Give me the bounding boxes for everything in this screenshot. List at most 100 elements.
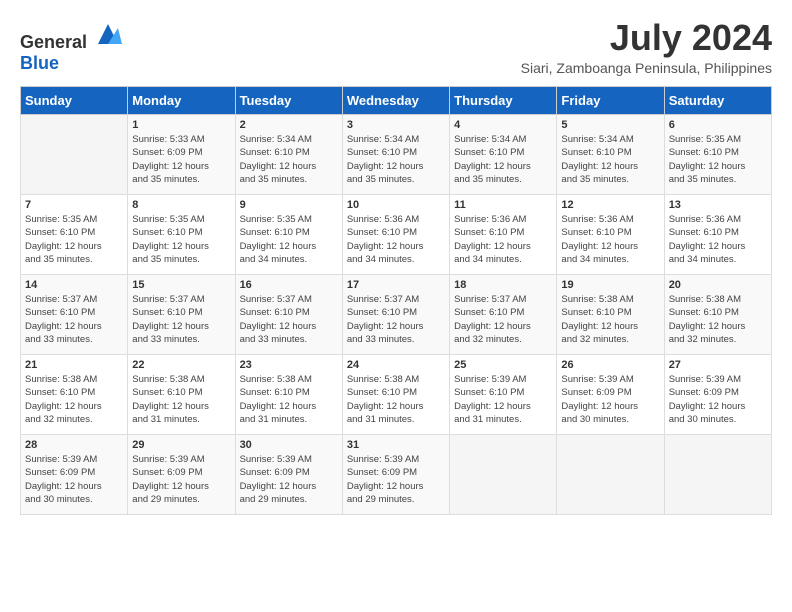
calendar-cell: 10 Sunrise: 5:36 AM Sunset: 6:10 PM Dayli… [342,195,449,275]
day-info: Sunrise: 5:38 AM Sunset: 6:10 PM Dayligh… [561,293,659,346]
day-number: 27 [669,359,767,371]
day-info: Sunrise: 5:37 AM Sunset: 6:10 PM Dayligh… [240,293,338,346]
calendar-cell: 8 Sunrise: 5:35 AM Sunset: 6:10 PM Daylig… [128,195,235,275]
calendar-cell: 18Sunrise: 5:37 AM Sunset: 6:10 PM Dayli… [450,275,557,355]
day-number: 10 [347,199,445,211]
calendar-cell: 2 Sunrise: 5:34 AM Sunset: 6:10 PM Daylig… [235,115,342,195]
calendar-cell: 29 Sunrise: 5:39 AM Sunset: 6:09 PM Dayli… [128,435,235,515]
calendar-cell: 31 Sunrise: 5:39 AM Sunset: 6:09 PM Dayli… [342,435,449,515]
day-number: 2 [240,119,338,131]
day-number: 31 [347,439,445,451]
day-info: Sunrise: 5:39 AM Sunset: 6:09 PM Dayligh… [669,373,767,426]
day-number: 12 [561,199,659,211]
calendar-cell: 1 Sunrise: 5:33 AM Sunset: 6:09 PM Daylig… [128,115,235,195]
day-info: Sunrise: 5:39 AM Sunset: 6:09 PM Dayligh… [347,453,445,506]
week-row-3: 14 Sunrise: 5:37 AM Sunset: 6:10 PM Dayli… [21,275,772,355]
header-day-friday: Friday [557,87,664,115]
page-header: General Blue July 2024 Siari, Zamboanga … [20,20,772,76]
day-info: Sunrise: 5:35 AM Sunset: 6:10 PM Dayligh… [132,213,230,266]
logo-icon [94,20,122,48]
calendar-cell: 9Sunrise: 5:35 AM Sunset: 6:10 PM Daylig… [235,195,342,275]
day-info: Sunrise: 5:39 AM Sunset: 6:09 PM Dayligh… [561,373,659,426]
calendar-cell [664,435,771,515]
day-number: 28 [25,439,123,451]
day-number: 22 [132,359,230,371]
day-number: 30 [240,439,338,451]
calendar-cell [557,435,664,515]
day-info: Sunrise: 5:37 AM Sunset: 6:10 PM Dayligh… [25,293,123,346]
day-number: 14 [25,279,123,291]
calendar-cell: 15Sunrise: 5:37 AM Sunset: 6:10 PM Dayli… [128,275,235,355]
header-day-sunday: Sunday [21,87,128,115]
day-info: Sunrise: 5:37 AM Sunset: 6:10 PM Dayligh… [454,293,552,346]
calendar-cell: 26 Sunrise: 5:39 AM Sunset: 6:09 PM Dayli… [557,355,664,435]
week-row-4: 21 Sunrise: 5:38 AM Sunset: 6:10 PM Dayli… [21,355,772,435]
day-info: Sunrise: 5:34 AM Sunset: 6:10 PM Dayligh… [347,133,445,186]
calendar-cell: 11 Sunrise: 5:36 AM Sunset: 6:10 PM Dayli… [450,195,557,275]
day-info: Sunrise: 5:39 AM Sunset: 6:09 PM Dayligh… [132,453,230,506]
day-number: 6 [669,119,767,131]
day-info: Sunrise: 5:38 AM Sunset: 6:10 PM Dayligh… [669,293,767,346]
header-day-monday: Monday [128,87,235,115]
day-number: 13 [669,199,767,211]
calendar-cell: 4Sunrise: 5:34 AM Sunset: 6:10 PM Daylig… [450,115,557,195]
day-info: Sunrise: 5:34 AM Sunset: 6:10 PM Dayligh… [561,133,659,186]
month-year-title: July 2024 [521,20,772,56]
calendar-cell [21,115,128,195]
calendar-cell: 6Sunrise: 5:35 AM Sunset: 6:10 PM Daylig… [664,115,771,195]
day-info: Sunrise: 5:38 AM Sunset: 6:10 PM Dayligh… [25,373,123,426]
calendar-cell: 16 Sunrise: 5:37 AM Sunset: 6:10 PM Dayli… [235,275,342,355]
day-info: Sunrise: 5:36 AM Sunset: 6:10 PM Dayligh… [347,213,445,266]
day-info: Sunrise: 5:34 AM Sunset: 6:10 PM Dayligh… [454,133,552,186]
day-number: 26 [561,359,659,371]
day-info: Sunrise: 5:34 AM Sunset: 6:10 PM Dayligh… [240,133,338,186]
day-info: Sunrise: 5:39 AM Sunset: 6:09 PM Dayligh… [25,453,123,506]
calendar-cell: 5Sunrise: 5:34 AM Sunset: 6:10 PM Daylig… [557,115,664,195]
logo-text: General Blue [20,20,122,74]
day-number: 15 [132,279,230,291]
calendar-cell [450,435,557,515]
calendar-cell: 27 Sunrise: 5:39 AM Sunset: 6:09 PM Dayli… [664,355,771,435]
header-day-thursday: Thursday [450,87,557,115]
calendar-cell: 21 Sunrise: 5:38 AM Sunset: 6:10 PM Dayli… [21,355,128,435]
calendar-cell: 7Sunrise: 5:35 AM Sunset: 6:10 PM Daylig… [21,195,128,275]
day-number: 16 [240,279,338,291]
calendar-cell: 28 Sunrise: 5:39 AM Sunset: 6:09 PM Dayli… [21,435,128,515]
day-info: Sunrise: 5:38 AM Sunset: 6:10 PM Dayligh… [240,373,338,426]
header-row: SundayMondayTuesdayWednesdayThursdayFrid… [21,87,772,115]
calendar-cell: 22Sunrise: 5:38 AM Sunset: 6:10 PM Dayli… [128,355,235,435]
title-section: July 2024 Siari, Zamboanga Peninsula, Ph… [521,20,772,76]
header-day-tuesday: Tuesday [235,87,342,115]
day-number: 20 [669,279,767,291]
week-row-5: 28 Sunrise: 5:39 AM Sunset: 6:09 PM Dayli… [21,435,772,515]
day-info: Sunrise: 5:36 AM Sunset: 6:10 PM Dayligh… [454,213,552,266]
day-info: Sunrise: 5:38 AM Sunset: 6:10 PM Dayligh… [347,373,445,426]
day-number: 21 [25,359,123,371]
calendar-cell: 30Sunrise: 5:39 AM Sunset: 6:09 PM Dayli… [235,435,342,515]
calendar-cell: 20 Sunrise: 5:38 AM Sunset: 6:10 PM Dayli… [664,275,771,355]
logo-general: General [20,32,87,52]
logo: General Blue [20,20,122,74]
day-number: 17 [347,279,445,291]
calendar-body: 1 Sunrise: 5:33 AM Sunset: 6:09 PM Daylig… [21,115,772,515]
day-number: 1 [132,119,230,131]
calendar-cell: 23 Sunrise: 5:38 AM Sunset: 6:10 PM Dayli… [235,355,342,435]
day-info: Sunrise: 5:37 AM Sunset: 6:10 PM Dayligh… [347,293,445,346]
calendar-cell: 24Sunrise: 5:38 AM Sunset: 6:10 PM Dayli… [342,355,449,435]
week-row-1: 1 Sunrise: 5:33 AM Sunset: 6:09 PM Daylig… [21,115,772,195]
day-info: Sunrise: 5:33 AM Sunset: 6:09 PM Dayligh… [132,133,230,186]
day-number: 29 [132,439,230,451]
day-info: Sunrise: 5:35 AM Sunset: 6:10 PM Dayligh… [25,213,123,266]
day-number: 9 [240,199,338,211]
calendar-cell: 19 Sunrise: 5:38 AM Sunset: 6:10 PM Dayli… [557,275,664,355]
calendar-table: SundayMondayTuesdayWednesdayThursdayFrid… [20,86,772,515]
day-number: 3 [347,119,445,131]
calendar-cell: 3 Sunrise: 5:34 AM Sunset: 6:10 PM Daylig… [342,115,449,195]
calendar-cell: 25Sunrise: 5:39 AM Sunset: 6:10 PM Dayli… [450,355,557,435]
day-number: 23 [240,359,338,371]
day-number: 19 [561,279,659,291]
calendar-cell: 13Sunrise: 5:36 AM Sunset: 6:10 PM Dayli… [664,195,771,275]
day-number: 8 [132,199,230,211]
day-number: 11 [454,199,552,211]
calendar-cell: 14 Sunrise: 5:37 AM Sunset: 6:10 PM Dayli… [21,275,128,355]
